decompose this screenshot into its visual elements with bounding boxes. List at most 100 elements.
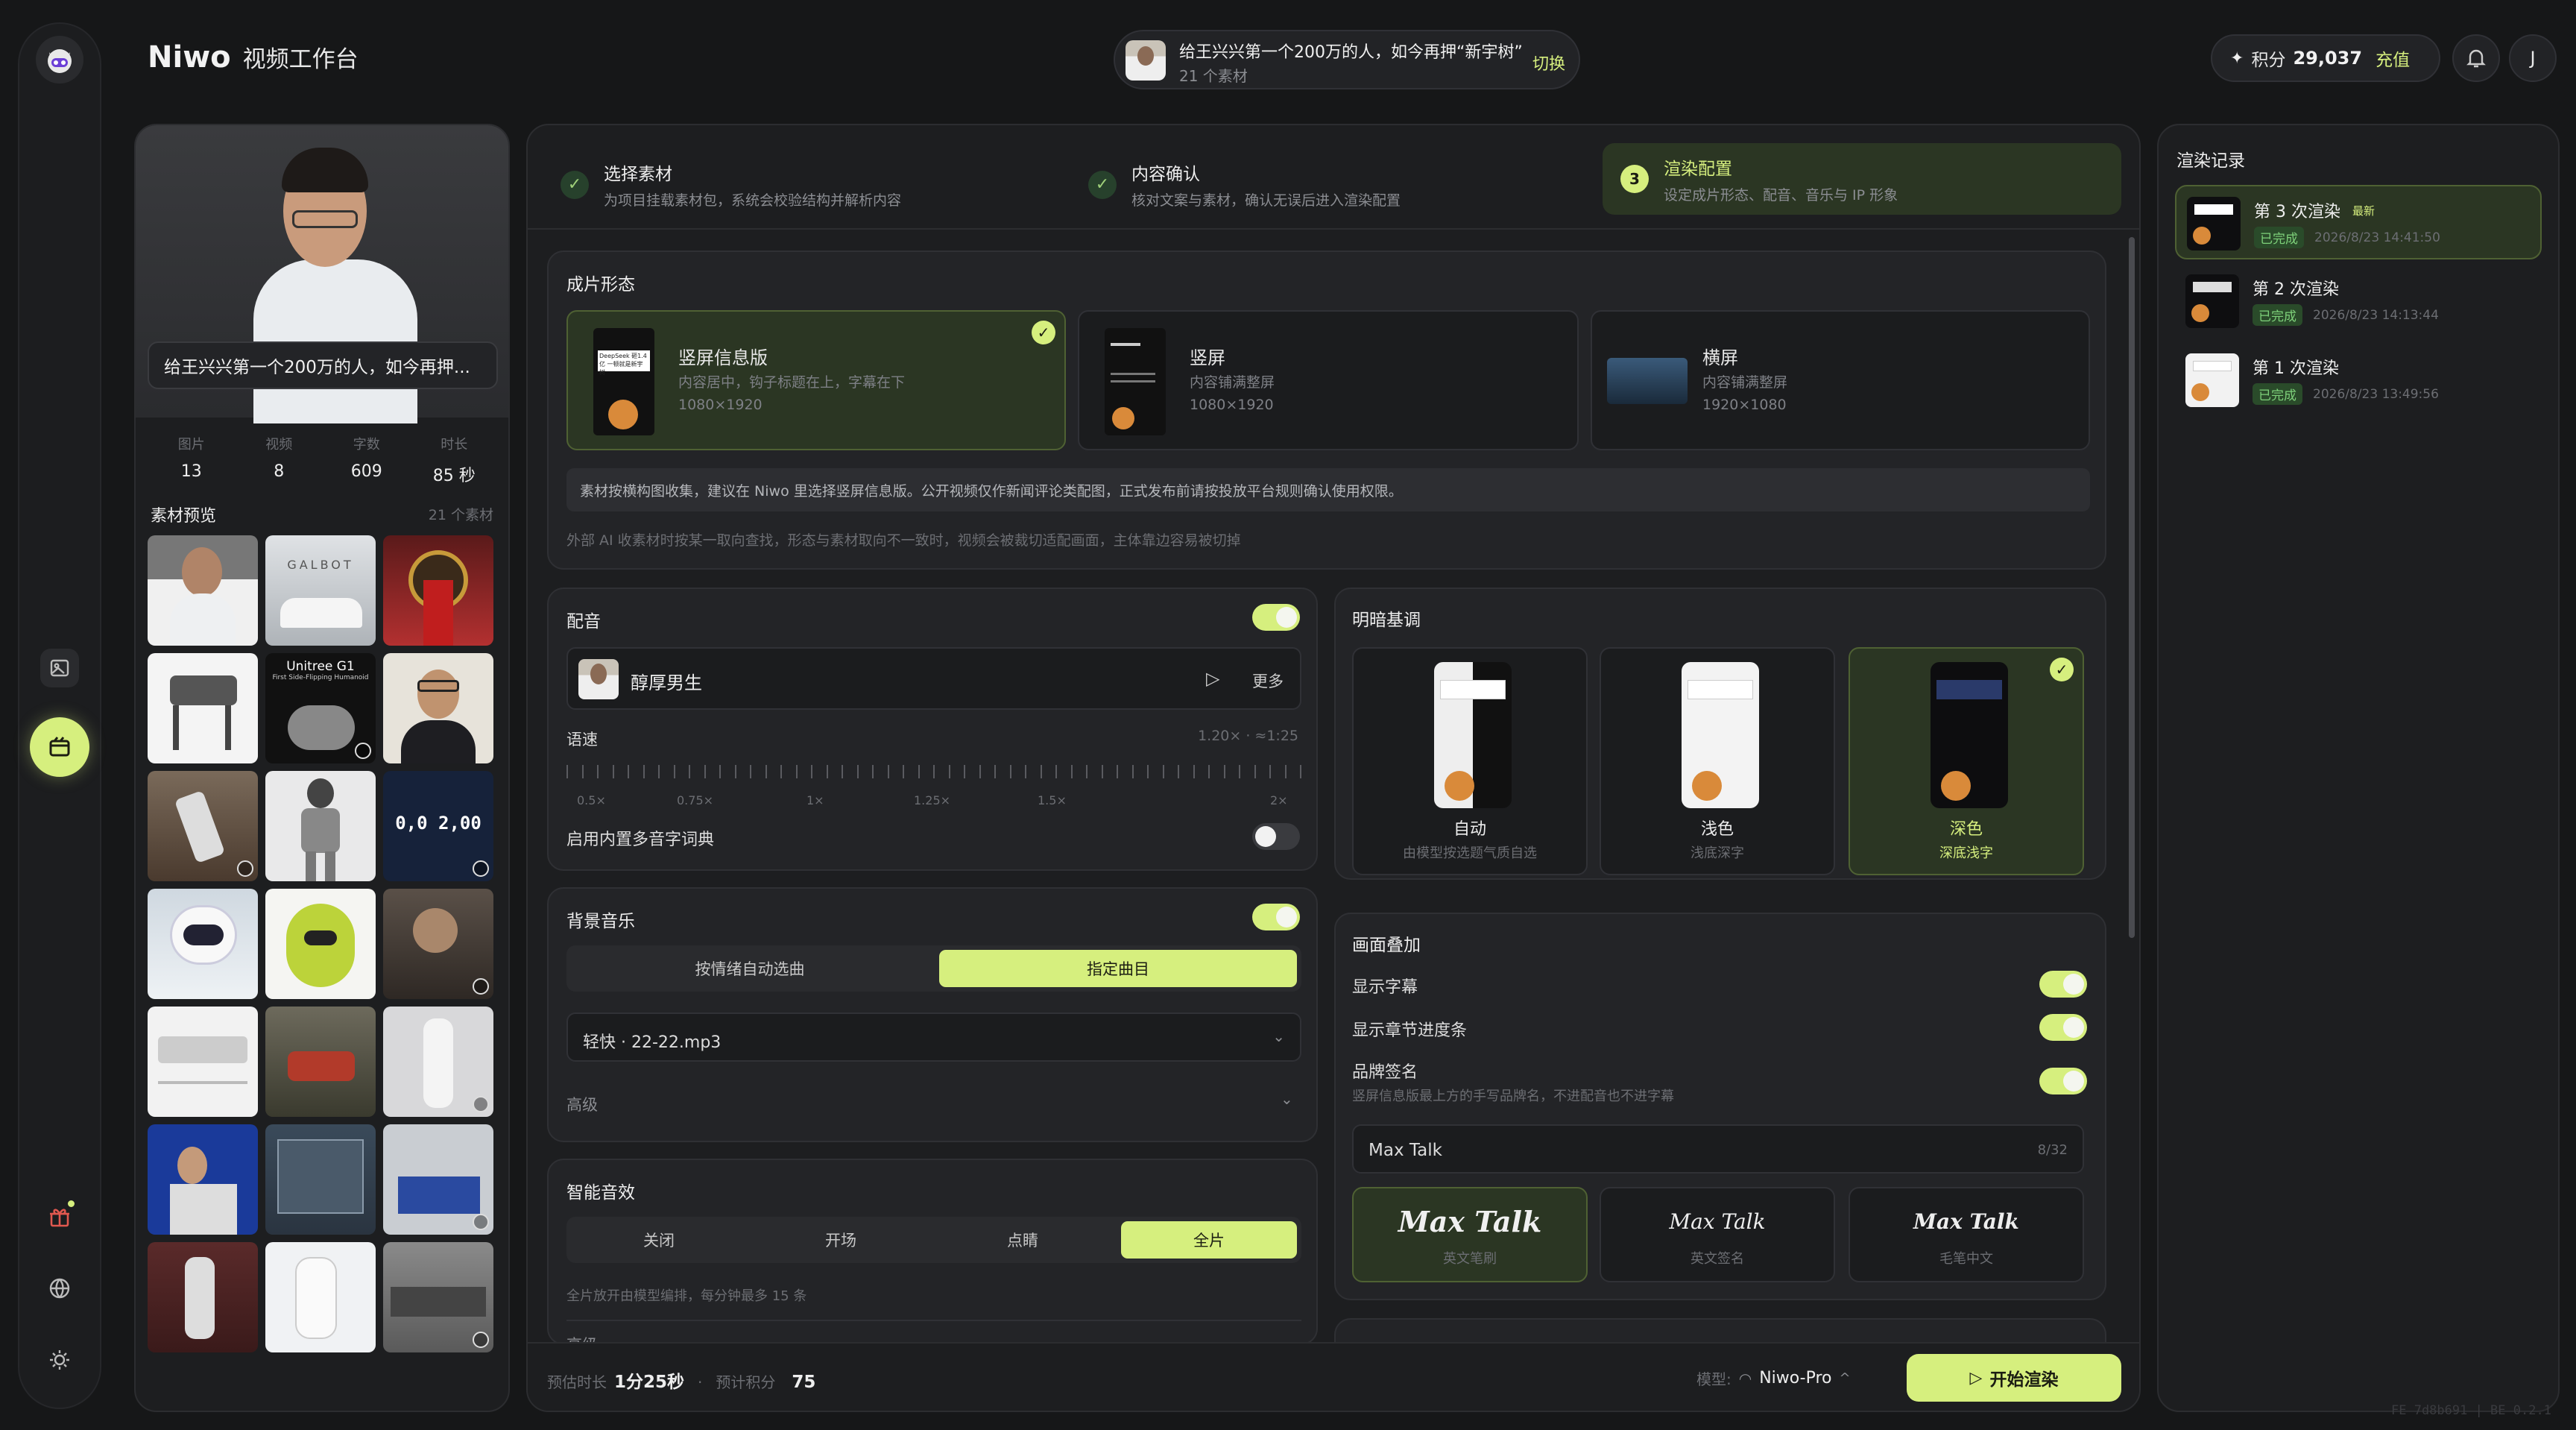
track-value: 轻快 · 22-22.mp3 bbox=[583, 1033, 722, 1052]
switch-project-button[interactable]: 切换 bbox=[1532, 51, 1565, 75]
speed-slider[interactable] bbox=[566, 757, 1301, 787]
signature-style-brush[interactable]: Max Talk 英文笔刷 bbox=[1352, 1187, 1588, 1282]
material-thumb-2[interactable]: GALBOT bbox=[265, 535, 376, 646]
project-switcher[interactable]: 给王兴兴第一个200万的人，如今再押“新宇树” 21 个素材 切换 bbox=[1114, 30, 1580, 89]
video-nav-icon[interactable] bbox=[30, 717, 89, 777]
tab-auto-music[interactable]: 按情绪自动选曲 bbox=[571, 950, 929, 987]
voice-selector[interactable]: 醇厚男生 ▷ 更多 bbox=[566, 647, 1301, 710]
speed-tick bbox=[1162, 765, 1164, 778]
tab-specific-track[interactable]: 指定曲目 bbox=[939, 950, 1297, 987]
speed-tick bbox=[780, 765, 782, 778]
voice-toggle[interactable] bbox=[1252, 604, 1300, 631]
tone-option-dark[interactable]: 深色 深底浅字 ✓ bbox=[1849, 647, 2084, 875]
signature-style-english[interactable]: Max Talk 英文签名 bbox=[1600, 1187, 1835, 1282]
tab-sfx-highlight[interactable]: 点睛 bbox=[935, 1221, 1111, 1259]
music-advanced-label[interactable]: 高级 bbox=[566, 1093, 598, 1115]
signature-style-label: 毛笔中文 bbox=[1939, 1251, 1993, 1267]
user-avatar[interactable]: J bbox=[2509, 34, 2557, 82]
material-thumb-18[interactable] bbox=[383, 1124, 493, 1235]
config-scrollbar[interactable] bbox=[2129, 237, 2135, 938]
history-item-2[interactable]: 第 2 次渲染 已完成 2026/8/23 14:13:44 bbox=[2175, 264, 2542, 338]
speed-tick-label: 1× bbox=[806, 793, 824, 807]
tone-option-auto[interactable]: 自动 由模型按选题气质自选 bbox=[1352, 647, 1588, 875]
material-thumb-3[interactable] bbox=[383, 535, 493, 646]
history-thumb bbox=[2187, 197, 2241, 251]
material-thumb-13[interactable] bbox=[148, 1007, 258, 1117]
step-1-title: 选择素材 bbox=[604, 165, 672, 184]
brand-toggle[interactable] bbox=[2039, 1068, 2087, 1094]
globe-icon[interactable] bbox=[43, 1272, 76, 1305]
signature-style-label: 英文笔刷 bbox=[1443, 1251, 1497, 1267]
format-preview-image bbox=[1607, 358, 1688, 404]
material-thumb-12[interactable] bbox=[383, 889, 493, 999]
tone-option-title: 深色 bbox=[1949, 820, 1983, 839]
format-option-vertical-info[interactable]: DeepSeek 砸1.4亿 一顿就是新宇树 竖屏信息版 内容居中，钩子标题在上… bbox=[566, 310, 1066, 450]
track-select[interactable]: 轻快 · 22-22.mp3 ⌄ bbox=[566, 1012, 1301, 1062]
recharge-button[interactable]: 充值 bbox=[2375, 45, 2410, 71]
step-1[interactable]: ✓ 选择素材 为项目挂载素材包，系统会校验结构并解析内容 bbox=[561, 160, 901, 210]
material-thumb-21[interactable] bbox=[383, 1242, 493, 1352]
history-item-1[interactable]: 第 1 次渲染 已完成 2026/8/23 13:49:56 bbox=[2175, 343, 2542, 418]
tone-option-desc: 浅底深字 bbox=[1690, 845, 1744, 861]
chevron-down-icon[interactable]: ⌄ bbox=[1281, 1090, 1293, 1108]
brand: Niwo 视频工作台 bbox=[148, 40, 359, 75]
speed-tick bbox=[826, 765, 828, 778]
brand-name-input[interactable]: Max Talk 8/32 bbox=[1352, 1124, 2084, 1174]
sfx-title: 智能音效 bbox=[566, 1183, 635, 1203]
sfx-mode-tabs: 关闭 开场 点睛 全片 bbox=[566, 1217, 1301, 1263]
format-option-vertical[interactable]: 竖屏 内容铺满整屏 1080×1920 bbox=[1078, 310, 1579, 450]
history-thumb bbox=[2185, 274, 2239, 328]
theme-sun-icon[interactable] bbox=[43, 1344, 76, 1376]
check-icon: ✓ bbox=[1088, 170, 1117, 199]
material-thumb-8[interactable] bbox=[265, 771, 376, 881]
project-title: 给王兴兴第一个200万的人，如今再押“新宇树” bbox=[1179, 43, 1523, 62]
tone-option-light[interactable]: 浅色 浅底深字 bbox=[1600, 647, 1835, 875]
image-nav-icon[interactable] bbox=[40, 649, 79, 687]
speed-tick bbox=[1193, 765, 1195, 778]
material-thumb-4[interactable] bbox=[148, 653, 258, 763]
tab-sfx-full[interactable]: 全片 bbox=[1121, 1221, 1297, 1259]
step-3[interactable]: 3 渲染配置 设定成片形态、配音、音乐与 IP 形象 bbox=[1603, 143, 2121, 215]
history-title: 渲染记录 bbox=[2176, 151, 2245, 171]
voice-play-icon[interactable]: ▷ bbox=[1206, 668, 1219, 689]
start-render-button[interactable]: ▷ 开始渲染 bbox=[1907, 1354, 2121, 1402]
material-thumb-5[interactable]: Unitree G1 First Side-Flipping Humanoid bbox=[265, 653, 376, 763]
material-thumb-6[interactable] bbox=[383, 653, 493, 763]
material-thumb-1[interactable] bbox=[148, 535, 258, 646]
material-thumb-11[interactable] bbox=[265, 889, 376, 999]
app-logo-icon[interactable] bbox=[36, 36, 83, 84]
subtitle-toggle[interactable] bbox=[2039, 971, 2087, 998]
duration-label: 预估时长 bbox=[547, 1373, 607, 1391]
step-2-title: 内容确认 bbox=[1131, 165, 1200, 184]
format-option-title: 竖屏 bbox=[1190, 347, 1225, 368]
tab-sfx-off[interactable]: 关闭 bbox=[571, 1221, 747, 1259]
notification-bell-icon[interactable] bbox=[2452, 34, 2500, 82]
chevron-up-icon: ^ bbox=[1839, 1370, 1851, 1386]
dict-toggle[interactable] bbox=[1252, 823, 1300, 850]
material-thumb-14[interactable] bbox=[265, 1007, 376, 1117]
step-2[interactable]: ✓ 内容确认 核对文案与素材，确认无误后进入渲染配置 bbox=[1088, 160, 1401, 210]
signature-style-chinese[interactable]: Max Talk 毛笔中文 bbox=[1849, 1187, 2084, 1282]
cover-title-box: 给王兴兴第一个200万的人，如今再押... bbox=[148, 341, 498, 389]
model-selector[interactable]: 模型: ◠ Niwo-Pro ^ bbox=[1696, 1367, 1851, 1389]
material-thumb-15[interactable] bbox=[383, 1007, 493, 1117]
tab-sfx-intro[interactable]: 开场 bbox=[753, 1221, 929, 1259]
material-thumb-7[interactable] bbox=[148, 771, 258, 881]
format-option-horizontal[interactable]: 横屏 内容铺满整屏 1920×1080 bbox=[1591, 310, 2090, 450]
material-thumb-19[interactable] bbox=[148, 1242, 258, 1352]
voice-name: 醇厚男生 bbox=[631, 673, 702, 693]
material-thumb-10[interactable] bbox=[148, 889, 258, 999]
gift-icon[interactable] bbox=[43, 1200, 76, 1233]
material-thumb-17[interactable] bbox=[265, 1124, 376, 1235]
music-toggle[interactable] bbox=[1252, 904, 1300, 930]
material-thumb-9[interactable]: 0,0 2,00 bbox=[383, 771, 493, 881]
stats-row: 图片 13 视频 8 字数 609 时长 85 秒 bbox=[148, 423, 498, 498]
progress-toggle[interactable] bbox=[2039, 1014, 2087, 1041]
cover-title: 给王兴兴第一个200万的人，如今再押... bbox=[164, 358, 470, 377]
history-item-3[interactable]: 第 3 次渲染 最新 已完成 2026/8/23 14:41:50 bbox=[2175, 185, 2542, 259]
points-pill[interactable]: ✦ 积分 29,037 充值 bbox=[2211, 34, 2440, 82]
music-mode-tabs: 按情绪自动选曲 指定曲目 bbox=[566, 945, 1301, 992]
voice-more-button[interactable]: 更多 bbox=[1252, 670, 1284, 692]
material-thumb-20[interactable] bbox=[265, 1242, 376, 1352]
material-thumb-16[interactable] bbox=[148, 1124, 258, 1235]
